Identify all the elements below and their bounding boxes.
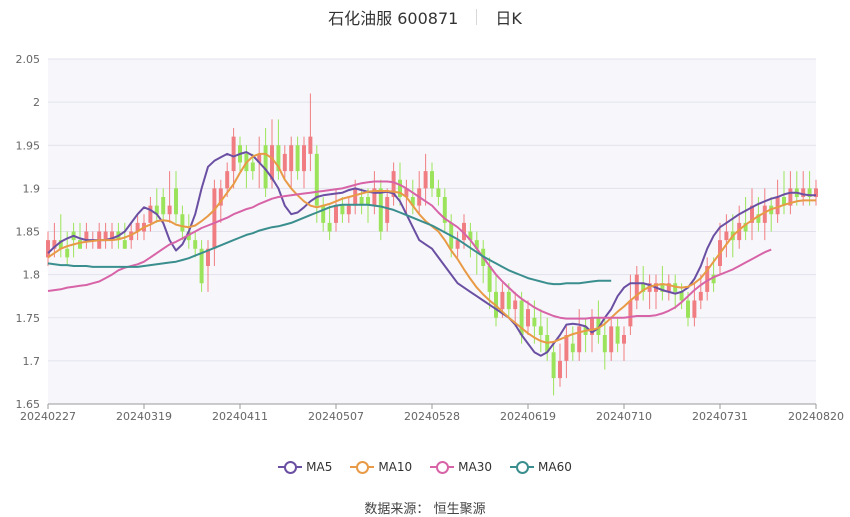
candle-body bbox=[250, 162, 255, 172]
candle-body bbox=[602, 335, 607, 353]
source-label: 数据来源： bbox=[364, 502, 430, 517]
y-tick-label: 1.95 bbox=[16, 139, 41, 152]
legend-label: MA5 bbox=[306, 460, 333, 474]
legend-marker-icon bbox=[278, 460, 303, 474]
x-tick-label: 20240731 bbox=[692, 410, 748, 423]
candle-body bbox=[46, 240, 50, 258]
candle-body bbox=[65, 248, 70, 258]
x-tick-label: 20240507 bbox=[308, 410, 364, 423]
candle-body bbox=[378, 188, 383, 232]
candle-body bbox=[615, 326, 620, 344]
candle-body bbox=[148, 205, 153, 223]
x-tick-label: 20240528 bbox=[404, 410, 460, 423]
candle-body bbox=[289, 145, 294, 172]
candle-body bbox=[430, 171, 434, 189]
candle-body bbox=[487, 266, 492, 292]
candle-body bbox=[161, 197, 166, 215]
legend-item-ma5[interactable]: MA5 bbox=[278, 458, 332, 476]
candle-body bbox=[321, 205, 326, 223]
candle-body bbox=[692, 300, 697, 318]
y-tick-label: 1.9 bbox=[23, 182, 41, 195]
y-tick-label: 2 bbox=[33, 96, 40, 109]
source-name: 恒生聚源 bbox=[433, 502, 486, 517]
y-tick-label: 1.7 bbox=[23, 355, 41, 368]
x-tick-label: 20240820 bbox=[788, 410, 844, 423]
candle-body bbox=[212, 188, 217, 249]
candle-body bbox=[302, 145, 306, 172]
y-tick-label: 2.05 bbox=[16, 53, 41, 66]
candle-body bbox=[385, 197, 390, 223]
candle-body bbox=[526, 309, 530, 327]
x-tick-label: 20240710 bbox=[596, 410, 652, 423]
candle-body bbox=[231, 136, 236, 172]
x-tick-label: 20240619 bbox=[500, 410, 556, 423]
candle-body bbox=[500, 291, 505, 310]
candle-body bbox=[353, 188, 358, 206]
candle-body bbox=[558, 360, 562, 379]
legend-item-ma60[interactable]: MA60 bbox=[510, 458, 572, 476]
candle-body bbox=[423, 171, 428, 189]
candle-body bbox=[686, 300, 690, 318]
y-tick-label: 1.8 bbox=[23, 269, 41, 282]
y-tick-label: 1.85 bbox=[16, 226, 41, 239]
candle-body bbox=[308, 136, 313, 154]
candle-body bbox=[346, 205, 351, 215]
candle-body bbox=[436, 188, 441, 197]
x-tick-label: 20240227 bbox=[20, 410, 76, 423]
candle-body bbox=[698, 291, 703, 301]
x-tick-label: 20240411 bbox=[212, 410, 268, 423]
candle-body bbox=[570, 343, 575, 353]
candle-body bbox=[180, 214, 185, 232]
legend-label: MA30 bbox=[458, 460, 493, 474]
candle-body bbox=[174, 188, 178, 215]
candle-body bbox=[340, 205, 345, 215]
candle-body bbox=[193, 240, 198, 249]
candle-body bbox=[506, 291, 511, 310]
legend-item-ma10[interactable]: MA10 bbox=[350, 458, 412, 476]
candle-body bbox=[327, 222, 332, 232]
candle-body bbox=[225, 171, 230, 189]
candle-body bbox=[295, 145, 300, 172]
legend: MA5 MA10 MA30 MA60 bbox=[0, 458, 850, 476]
legend-marker-icon bbox=[350, 460, 375, 474]
legend-label: MA10 bbox=[378, 460, 413, 474]
candle-body bbox=[78, 240, 82, 249]
candle-body bbox=[282, 153, 287, 172]
candle-body bbox=[167, 205, 172, 215]
x-tick-label: 20240319 bbox=[116, 410, 172, 423]
y-tick-label: 1.75 bbox=[16, 312, 41, 325]
candle-body bbox=[551, 352, 556, 379]
data-source: 数据来源： 恒生聚源 bbox=[0, 498, 850, 517]
kline-chart: 1.651.71.751.81.851.91.9522.0520240227 20… bbox=[16, 53, 845, 423]
legend-label: MA60 bbox=[538, 460, 572, 474]
candle-body bbox=[577, 326, 582, 353]
candle-body bbox=[564, 335, 569, 361]
candle-body bbox=[122, 240, 127, 249]
legend-marker-icon bbox=[430, 460, 455, 474]
candle-body bbox=[622, 335, 626, 344]
legend-marker-icon bbox=[510, 460, 535, 474]
candle-body bbox=[775, 197, 780, 215]
candle-body bbox=[609, 326, 614, 353]
candle-body bbox=[532, 317, 537, 327]
legend-item-ma30[interactable]: MA30 bbox=[430, 458, 492, 476]
candle-body bbox=[334, 205, 338, 223]
candle-body bbox=[538, 326, 543, 335]
candle-body bbox=[724, 231, 729, 241]
candle-body bbox=[628, 300, 633, 327]
candle-body bbox=[513, 300, 518, 310]
candle-body bbox=[801, 188, 806, 197]
